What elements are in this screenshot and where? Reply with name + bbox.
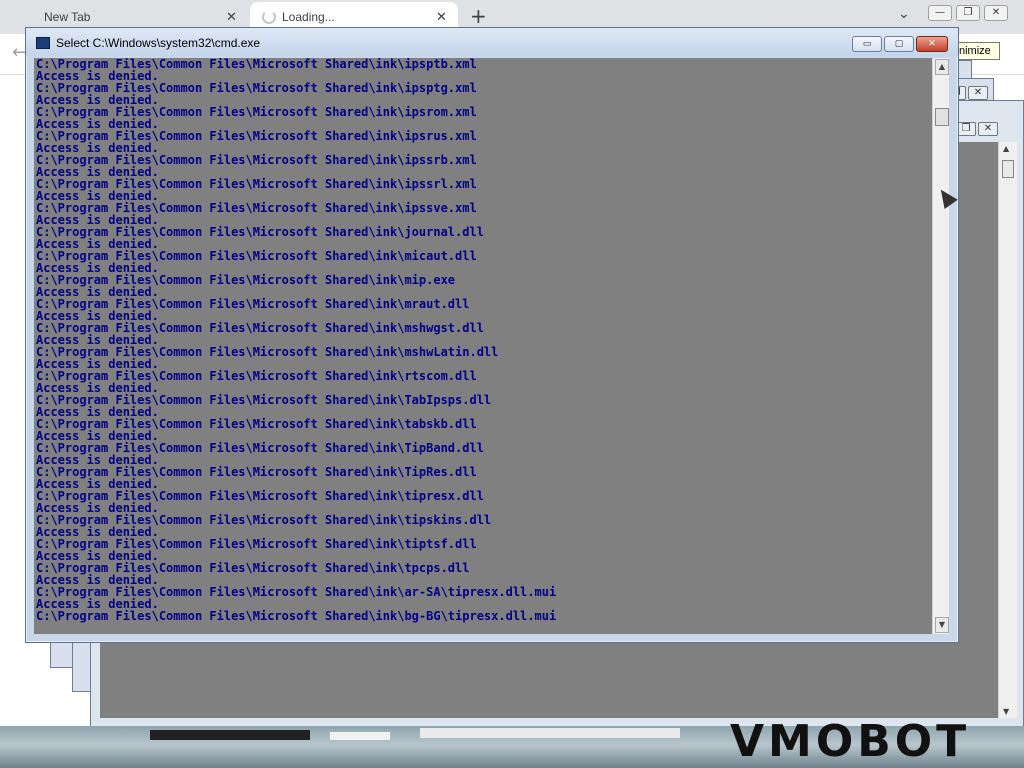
minimize-tooltip: nimize xyxy=(956,42,1000,60)
new-tab-button[interactable]: + xyxy=(470,4,487,28)
tab-close-icon[interactable]: ✕ xyxy=(226,9,237,25)
scroll-up-arrow-icon[interactable]: ▲ xyxy=(935,59,949,75)
wallpaper-shape xyxy=(420,728,680,738)
console-line: C:\Program Files\Common Files\Microsoft … xyxy=(36,465,477,479)
console-line: C:\Program Files\Common Files\Microsoft … xyxy=(36,417,477,431)
browser-restore-button[interactable]: ❐ xyxy=(956,5,980,21)
cmd-window[interactable]: Select C:\Windows\system32\cmd.exe ▭ ▢ ✕… xyxy=(25,27,959,643)
console-output[interactable]: C:\Program Files\Common Files\Microsoft … xyxy=(34,58,932,634)
close-button[interactable]: ✕ xyxy=(916,36,948,52)
scroll-thumb[interactable] xyxy=(935,108,949,126)
console-line: C:\Program Files\Common Files\Microsoft … xyxy=(36,58,477,71)
console-line: C:\Program Files\Common Files\Microsoft … xyxy=(36,345,499,359)
console-line: C:\Program Files\Common Files\Microsoft … xyxy=(36,81,477,95)
console-scrollbar[interactable]: ▲ ▼ xyxy=(932,58,949,634)
minimize-button[interactable]: ▭ xyxy=(852,36,882,52)
cmd-titlebar[interactable]: Select C:\Windows\system32\cmd.exe ▭ ▢ ✕ xyxy=(26,28,958,56)
wallpaper-shape xyxy=(330,732,390,740)
close-icon[interactable]: ✕ xyxy=(968,86,988,100)
console-line: C:\Program Files\Common Files\Microsoft … xyxy=(36,201,477,215)
console-line: C:\Program Files\Common Files\Microsoft … xyxy=(36,393,492,407)
browser-window-controls: — ❐ ✕ xyxy=(928,0,1012,21)
background-scrollbar[interactable]: ▲ ▼ xyxy=(998,142,1017,718)
console-line: C:\Program Files\Common Files\Microsoft … xyxy=(36,225,484,239)
tab-label: New Tab xyxy=(44,10,91,24)
browser-close-button[interactable]: ✕ xyxy=(984,5,1008,21)
scroll-thumb[interactable] xyxy=(1002,160,1014,178)
console-line: C:\Program Files\Common Files\Microsoft … xyxy=(36,321,484,335)
cmd-icon xyxy=(36,37,50,49)
window-title: Select C:\Windows\system32\cmd.exe xyxy=(56,36,261,50)
console-line: C:\Program Files\Common Files\Microsoft … xyxy=(36,513,492,527)
console-line: C:\Program Files\Common Files\Microsoft … xyxy=(36,105,477,119)
console-line: C:\Program Files\Common Files\Microsoft … xyxy=(36,489,484,503)
console-line: C:\Program Files\Common Files\Microsoft … xyxy=(36,609,557,623)
maximize-button[interactable]: ▢ xyxy=(884,36,914,52)
console-line: C:\Program Files\Common Files\Microsoft … xyxy=(36,561,470,575)
tab-label: Loading... xyxy=(282,10,335,24)
wallpaper-shape xyxy=(150,730,310,740)
console-line: C:\Program Files\Common Files\Microsoft … xyxy=(36,585,557,599)
tab-close-icon[interactable]: ✕ xyxy=(436,9,447,25)
console-line: C:\Program Files\Common Files\Microsoft … xyxy=(36,441,484,455)
console-lines: C:\Program Files\Common Files\Microsoft … xyxy=(34,58,932,622)
tab-search-dropdown-icon[interactable]: ⌄ xyxy=(898,6,910,22)
wallpaper-text: VMOBOT xyxy=(730,716,971,767)
browser-minimize-button[interactable]: — xyxy=(928,5,952,21)
console-line: C:\Program Files\Common Files\Microsoft … xyxy=(36,273,456,287)
console-line: C:\Program Files\Common Files\Microsoft … xyxy=(36,153,477,167)
scroll-down-arrow-icon[interactable]: ▼ xyxy=(935,617,949,633)
console-line: C:\Program Files\Common Files\Microsoft … xyxy=(36,297,470,311)
console-line: C:\Program Files\Common Files\Microsoft … xyxy=(36,129,477,143)
restore-icon[interactable]: ❐ xyxy=(956,122,976,136)
scroll-down-icon[interactable]: ▼ xyxy=(1003,707,1009,716)
loading-spinner-icon xyxy=(262,10,276,24)
background-window-controls-3: ❐ ✕ xyxy=(954,122,998,136)
console-line: C:\Program Files\Common Files\Microsoft … xyxy=(36,177,477,191)
console-line: C:\Program Files\Common Files\Microsoft … xyxy=(36,369,477,383)
close-icon[interactable]: ✕ xyxy=(978,122,998,136)
scroll-up-icon[interactable]: ▲ xyxy=(1003,144,1009,153)
console-line: C:\Program Files\Common Files\Microsoft … xyxy=(36,537,477,551)
console-line: C:\Program Files\Common Files\Microsoft … xyxy=(36,249,477,263)
